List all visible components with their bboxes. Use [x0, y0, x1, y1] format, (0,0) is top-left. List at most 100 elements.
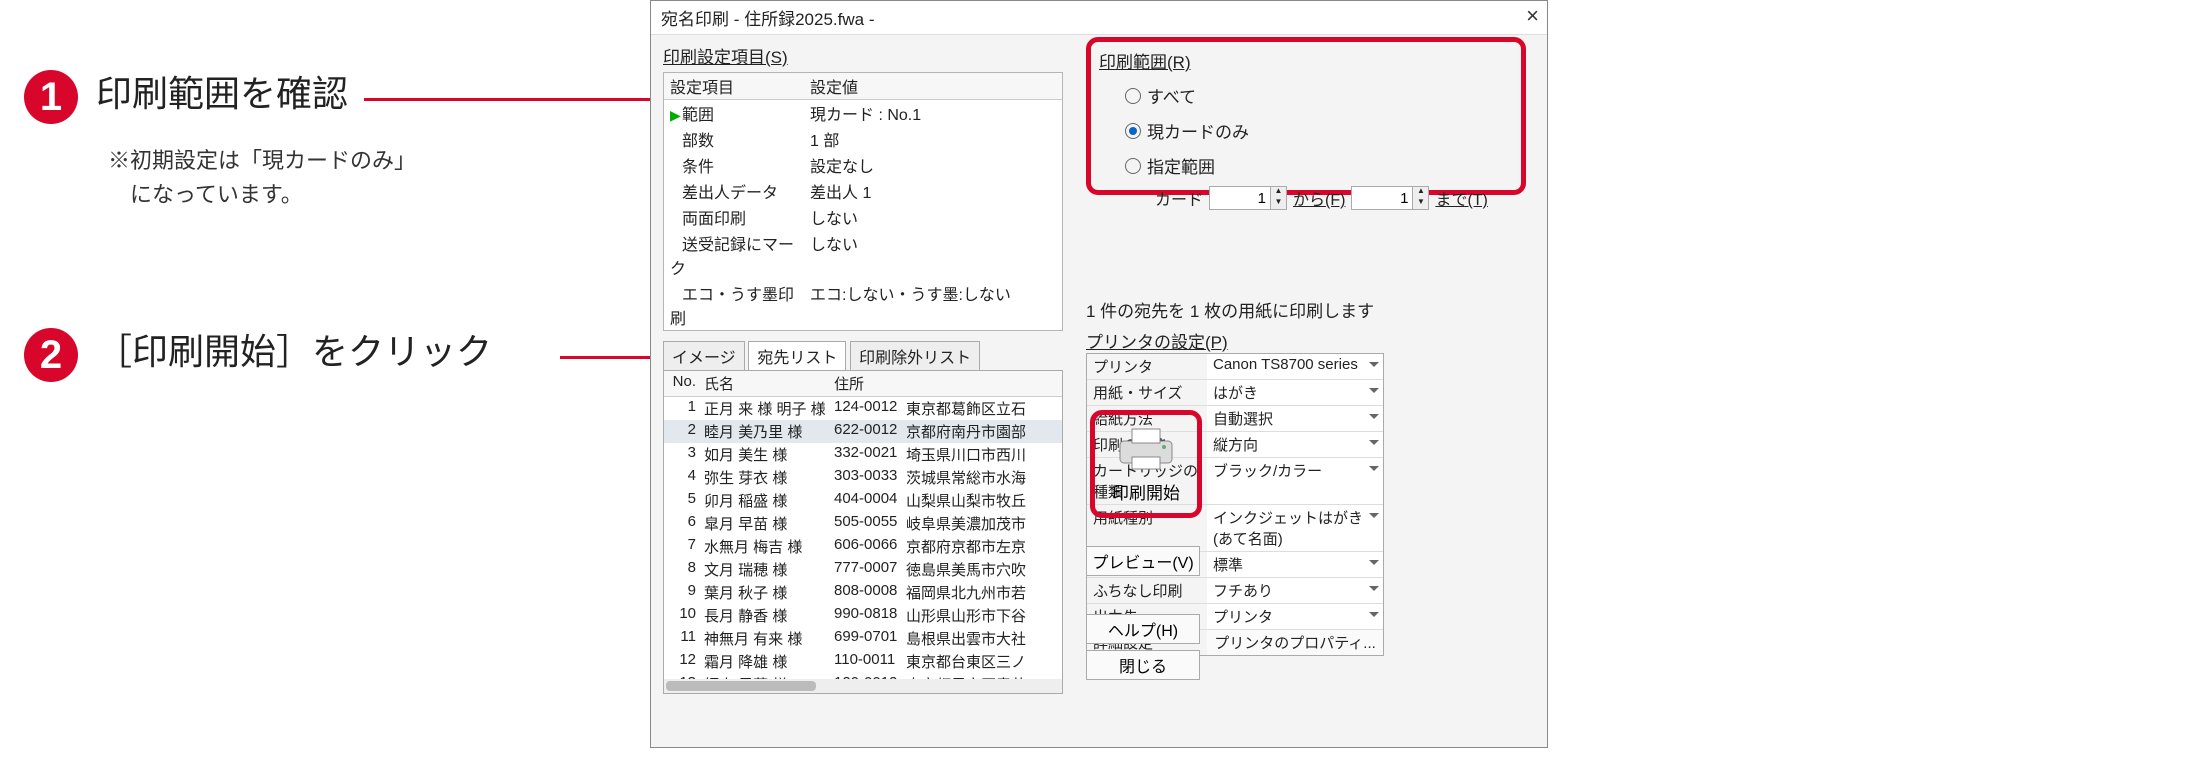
addr-cell-name: 皐月 早苗 様 [700, 512, 830, 535]
printer-row-val[interactable]: 標準 [1207, 552, 1383, 577]
addr-cell-addr: 山形県山形市下谷 [902, 604, 1062, 627]
addr-cell-zip: 303-0033 [830, 466, 902, 489]
addr-cell-zip: 124-0012 [830, 397, 902, 420]
printer-icon [1114, 425, 1178, 473]
tab-address-list[interactable]: 宛先リスト [748, 341, 846, 370]
printer-settings-label: プリンタの設定(P) [1086, 333, 1228, 352]
range-opt-all-label: すべて [1147, 83, 1196, 108]
settings-row[interactable]: ▶範囲現カード : No.1 [664, 100, 1062, 126]
settings-col-key: 設定項目 [664, 73, 804, 99]
range-opt-spec[interactable]: 指定範囲 [1125, 153, 1513, 178]
table-row[interactable]: 3如月 美生 様332-0021埼玉県川口市西川 [664, 443, 1062, 466]
printer-row-val[interactable]: ブラック/カラー [1207, 458, 1383, 504]
addr-cell-zip: 990-0818 [830, 604, 902, 627]
annotation-1-sub2: になっています。 [108, 177, 416, 209]
table-row[interactable]: 1正月 来 様 明子 様124-0012東京都葛飾区立石 [664, 397, 1062, 420]
range-to-input[interactable] [1352, 187, 1412, 209]
radio-icon[interactable] [1125, 123, 1141, 139]
horizontal-scrollbar[interactable] [664, 679, 1062, 693]
settings-row[interactable]: 送受記録にマークしない [664, 230, 1062, 280]
settings-row-key: ▶範囲 [664, 100, 804, 126]
table-row[interactable]: 10長月 静香 様990-0818山形県山形市下谷 [664, 604, 1062, 627]
printer-row-val[interactable]: フチあり [1207, 578, 1383, 603]
table-row[interactable]: 4弥生 芽衣 様303-0033茨城県常総市水海 [664, 466, 1062, 489]
radio-icon[interactable] [1125, 88, 1141, 104]
printer-row-val[interactable]: 縦方向 [1207, 432, 1383, 457]
table-row[interactable]: 8文月 瑞穂 様777-0007徳島県美馬市穴吹 [664, 558, 1062, 581]
printer-row[interactable]: 用紙・サイズはがき [1087, 380, 1383, 406]
help-button[interactable]: ヘルプ(H) [1086, 614, 1200, 644]
printer-row-val[interactable]: インクジェットはがき(あて名面) [1207, 505, 1383, 551]
printer-row-val[interactable]: はがき [1207, 380, 1383, 405]
printer-row[interactable]: プリンタCanon TS8700 series [1087, 354, 1383, 380]
settings-row-key: 両面印刷 [664, 204, 804, 230]
annotation-2-badge: 2 [24, 328, 78, 382]
print-start-label: 印刷開始 [1112, 479, 1180, 504]
range-opt-all[interactable]: すべて [1125, 83, 1513, 108]
dialog-title: 宛名印刷 - 住所録2025.fwa - [661, 5, 875, 30]
addr-cell-zip: 110-0011 [830, 650, 902, 673]
settings-row-key: 差出人データ [664, 178, 804, 204]
table-row[interactable]: 11神無月 有来 様699-0701島根県出雲市大社 [664, 627, 1062, 650]
table-row[interactable]: 7水無月 梅吉 様606-0066京都府京都市左京 [664, 535, 1062, 558]
addr-cell-zip: 606-0066 [830, 535, 902, 558]
addr-cell-zip: 332-0021 [830, 443, 902, 466]
addr-cell-no: 7 [664, 535, 700, 558]
table-row[interactable]: 9葉月 秋子 様808-0008福岡県北九州市若 [664, 581, 1062, 604]
settings-row[interactable]: 部数1 部 [664, 126, 1062, 152]
settings-row[interactable]: 両面印刷しない [664, 204, 1062, 230]
range-card-label: カード [1155, 186, 1203, 210]
scrollbar-thumb[interactable] [666, 681, 816, 691]
settings-row-val: しない [804, 204, 1062, 230]
spinner-down-icon[interactable]: ▼ [1412, 198, 1428, 209]
printer-row-val[interactable]: プリンタ [1207, 604, 1383, 629]
addr-cell-addr: 岐阜県美濃加茂市 [902, 512, 1062, 535]
addr-cell-name: 弥生 芽衣 様 [700, 466, 830, 489]
addr-cell-zip: 808-0008 [830, 581, 902, 604]
printer-row-key: 用紙・サイズ [1087, 380, 1207, 405]
printer-row[interactable]: ふちなし印刷フチあり [1087, 578, 1383, 604]
range-from-input[interactable] [1210, 187, 1270, 209]
annotation-1-text: 印刷範囲を確認 [96, 70, 416, 119]
printer-properties-button[interactable]: プリンタのプロパティ... [1207, 630, 1383, 655]
addr-cell-zip: 777-0007 [830, 558, 902, 581]
addr-cell-name: 葉月 秋子 様 [700, 581, 830, 604]
close-icon[interactable]: × [1526, 3, 1539, 29]
tab-image[interactable]: イメージ [663, 341, 745, 370]
printer-row-val[interactable]: 自動選択 [1207, 406, 1383, 431]
range-from-label: から(F) [1293, 186, 1345, 210]
range-opt-current-label: 現カードのみ [1147, 118, 1249, 143]
addr-cell-addr: 京都府南丹市園部 [902, 420, 1062, 443]
address-list[interactable]: No. 氏名 住所 1正月 来 様 明子 様124-0012東京都葛飾区立石2睦… [663, 370, 1063, 694]
addr-cell-addr: 島根県出雲市大社 [902, 627, 1062, 650]
settings-row[interactable]: エコ・うす墨印刷エコ:しない・うす墨:しない [664, 280, 1062, 330]
range-opt-current[interactable]: 現カードのみ [1125, 118, 1513, 143]
range-opt-spec-label: 指定範囲 [1147, 153, 1215, 178]
table-row[interactable]: 12霜月 降雄 様110-0011東京都台東区三ノ [664, 650, 1062, 673]
preview-button[interactable]: プレビュー(V) [1086, 546, 1200, 576]
table-row[interactable]: 5卯月 稲盛 様404-0004山梨県山梨市牧丘 [664, 489, 1062, 512]
settings-row[interactable]: 差出人データ差出人 1 [664, 178, 1062, 204]
tab-exclude-list[interactable]: 印刷除外リスト [850, 341, 980, 370]
radio-icon[interactable] [1125, 158, 1141, 174]
addr-cell-addr: 福岡県北九州市若 [902, 581, 1062, 604]
printer-row-val[interactable]: Canon TS8700 series [1207, 354, 1383, 379]
addr-cell-no: 9 [664, 581, 700, 604]
addr-cell-no: 12 [664, 650, 700, 673]
annotation-1-badge: 1 [24, 70, 78, 124]
settings-row-key: エコ・うす墨印刷 [664, 280, 804, 330]
addr-col-name: 氏名 [700, 371, 830, 396]
range-from-spinner[interactable]: ▲▼ [1209, 186, 1287, 210]
settings-col-val: 設定値 [804, 73, 1062, 99]
addr-cell-name: 正月 来 様 明子 様 [700, 397, 830, 420]
table-row[interactable]: 6皐月 早苗 様505-0055岐阜県美濃加茂市 [664, 512, 1062, 535]
table-row[interactable]: 2睦月 美乃里 様622-0012京都府南丹市園部 [664, 420, 1062, 443]
printer-row-key: プリンタ [1087, 354, 1207, 379]
spinner-down-icon[interactable]: ▼ [1270, 198, 1286, 209]
range-to-spinner[interactable]: ▲▼ [1351, 186, 1429, 210]
close-button[interactable]: 閉じる [1086, 650, 1200, 680]
settings-row-val: 差出人 1 [804, 178, 1062, 204]
settings-row[interactable]: 条件設定なし [664, 152, 1062, 178]
addr-cell-name: 如月 美生 様 [700, 443, 830, 466]
print-start-button[interactable]: 印刷開始 [1090, 410, 1202, 518]
